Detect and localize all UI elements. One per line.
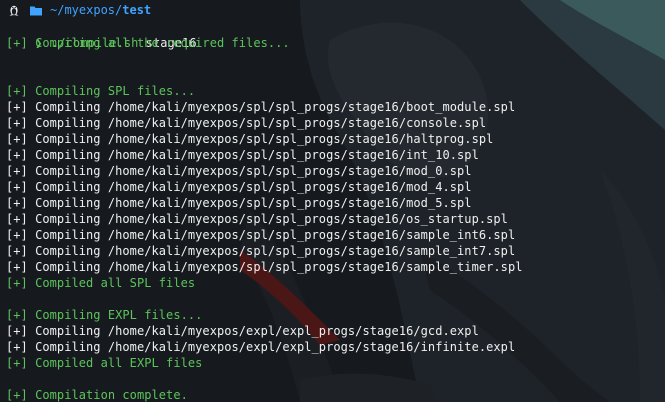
terminal-window[interactable]: ~/myexpos/test ❯ ./compile.sh stage16 [+]… bbox=[0, 0, 665, 402]
output-line: [+] Compiling /home/kali/myexpos/expl/ex… bbox=[6, 324, 479, 338]
output-line: [+] Compiling /home/kali/myexpos/spl/spl… bbox=[6, 132, 494, 146]
command-line[interactable]: ❯ ./compile.sh stage16 bbox=[6, 19, 665, 50]
output-line: [+] Compiling /home/kali/myexpos/spl/spl… bbox=[6, 212, 508, 226]
output-line: [+] Compiling /home/kali/myexpos/spl/spl… bbox=[6, 180, 472, 194]
output-line: [+] Compiling EXPL files... bbox=[6, 308, 203, 322]
output-line: [+] Compiling /home/kali/myexpos/spl/spl… bbox=[6, 100, 516, 114]
output-line: [+] Compiled all EXPL files bbox=[6, 356, 203, 370]
output-line: [+] Compiled all SPL files bbox=[6, 276, 196, 290]
prompt-header: ~/myexpos/test bbox=[6, 1, 665, 19]
output-line: [+] Compiling all the required files... bbox=[6, 36, 290, 50]
output-line: [+] Compiling /home/kali/myexpos/spl/spl… bbox=[6, 148, 479, 162]
output-line: [+] Compilation complete. bbox=[6, 388, 188, 402]
output-line: [+] Compiling /home/kali/myexpos/expl/ex… bbox=[6, 340, 516, 354]
prompt-path-prefix: ~/myexpos/ bbox=[50, 3, 123, 17]
output-line: [+] Compiling /home/kali/myexpos/spl/spl… bbox=[6, 260, 523, 274]
output-line: [+] Compiling /home/kali/myexpos/spl/spl… bbox=[6, 244, 516, 258]
output-line: [+] Compiling /home/kali/myexpos/spl/spl… bbox=[6, 196, 472, 210]
folder-icon bbox=[30, 6, 42, 15]
terminal-output: [+] Compiling all the required files... [… bbox=[6, 35, 665, 402]
output-line: [+] Compiling /home/kali/myexpos/spl/spl… bbox=[6, 164, 472, 178]
output-line: [+] Compiling /home/kali/myexpos/spl/spl… bbox=[6, 228, 516, 242]
linux-tux-icon bbox=[9, 5, 19, 16]
output-line: [+] Compiling SPL files... bbox=[6, 84, 196, 98]
output-line: [+] Compiling /home/kali/myexpos/spl/spl… bbox=[6, 116, 487, 130]
prompt-path-current: test bbox=[122, 3, 152, 17]
